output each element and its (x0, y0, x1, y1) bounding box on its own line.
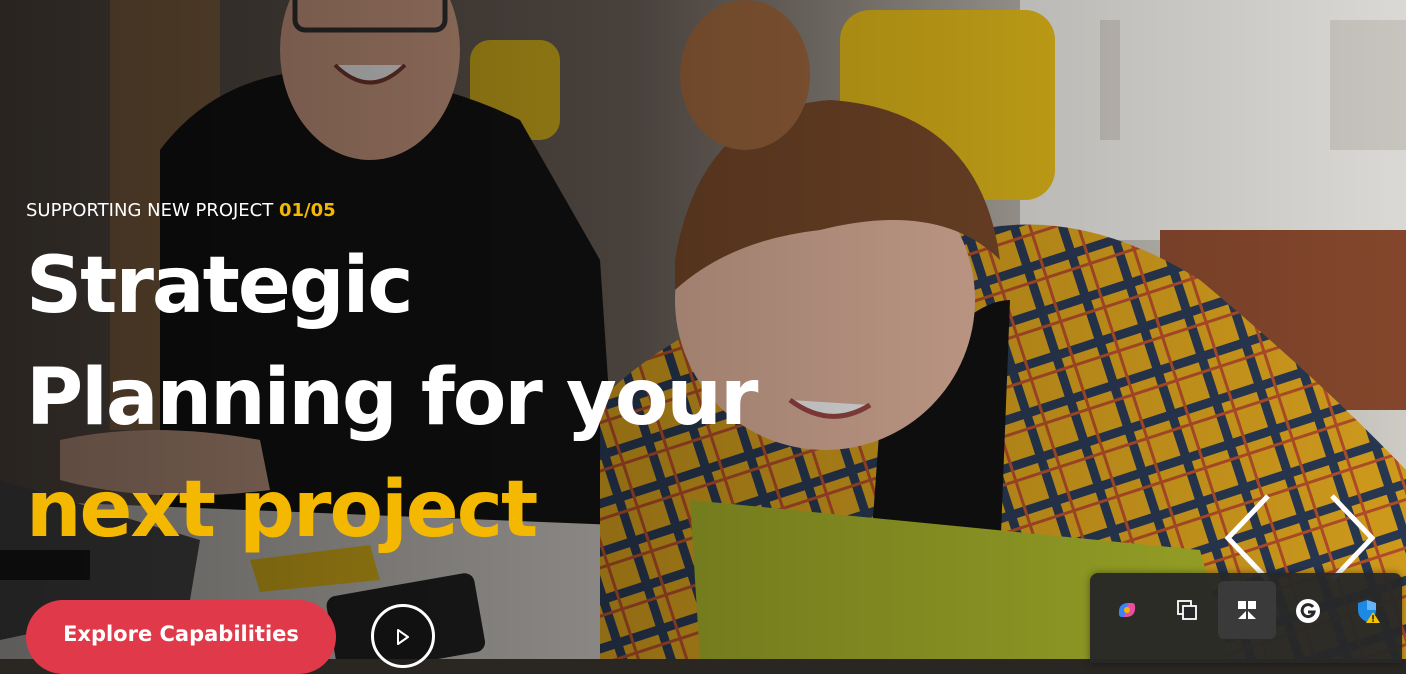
chevron-right-icon (1330, 494, 1376, 582)
headline-line-1: Strategic (26, 241, 414, 331)
tray-snipping-tool[interactable] (1218, 581, 1276, 639)
snipping-icon (1238, 601, 1256, 619)
slide-counter: 01/05 (278, 200, 336, 221)
play-icon (397, 629, 409, 645)
tray-window-switcher[interactable] (1158, 581, 1216, 639)
windows-copy-icon (1177, 600, 1197, 620)
eyebrow-label: SUPPORTING NEW PROJECT (26, 200, 274, 221)
headline-line-2: Planning for your (26, 353, 758, 443)
headline-line-3: next project (26, 465, 538, 555)
grammarly-icon (1296, 599, 1320, 623)
tray-copilot[interactable] (1098, 581, 1156, 639)
tray-windows-security[interactable] (1338, 581, 1396, 639)
chevron-left-icon (1224, 494, 1270, 582)
copilot-icon (1118, 603, 1136, 617)
hero-headline: Strategic Planning for your next project (26, 230, 758, 566)
play-video-button[interactable] (371, 604, 435, 668)
explore-capabilities-button[interactable]: Explore Capabilities (26, 600, 336, 674)
system-tray-overflow (1090, 573, 1402, 663)
tray-grammarly[interactable] (1278, 581, 1336, 639)
windows-security-warning-icon (1358, 600, 1380, 623)
hero-eyebrow: SUPPORTING NEW PROJECT 01/05 (26, 200, 336, 221)
slider-next-button[interactable] (1326, 492, 1378, 584)
slider-prev-button[interactable] (1222, 492, 1274, 584)
